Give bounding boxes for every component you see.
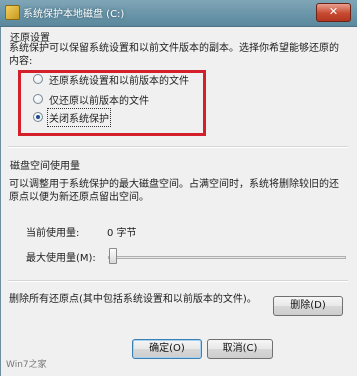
watermark-text: Win7之家	[6, 360, 47, 370]
current-usage-value: 0 字节	[107, 228, 137, 239]
radio-label: 还原系统设置和以前版本的文件	[49, 75, 189, 87]
ok-button[interactable]: 确定(O)	[132, 339, 202, 359]
delete-description: 删除所有还原点(其中包括系统设置和以前版本的文件)。	[9, 294, 257, 305]
radio-button-selected[interactable]	[33, 112, 43, 122]
radio-restore-files-only[interactable]: 仅还原以前版本的文件	[33, 92, 149, 107]
radio-label: 关闭系统保护	[47, 107, 111, 127]
max-usage-slider-track[interactable]	[108, 256, 346, 259]
divider	[8, 280, 348, 282]
window-title: 系统保护本地磁盘 (C:)	[23, 9, 125, 20]
radio-restore-settings-and-files[interactable]: 还原系统设置和以前版本的文件	[33, 72, 189, 87]
radio-turn-off-protection[interactable]: 关闭系统保护	[33, 107, 111, 127]
window-icon	[5, 5, 20, 20]
max-usage-label: 最大使用量(M):	[26, 253, 96, 264]
radio-label: 仅还原以前版本的文件	[49, 95, 149, 107]
title-bar: 系统保护本地磁盘 (C:) ✕	[0, 0, 357, 27]
radio-button[interactable]	[33, 94, 43, 104]
close-button[interactable]: ✕	[316, 3, 351, 22]
disk-usage-heading: 磁盘空间使用量	[10, 161, 80, 172]
radio-button[interactable]	[33, 74, 43, 84]
max-usage-slider-thumb[interactable]	[109, 248, 117, 264]
restore-settings-description: 系统保护可以保留系统设置和以前文件版本的副本。选择你希望能够还原的内容:	[9, 43, 339, 67]
divider	[8, 146, 348, 148]
current-usage-label: 当前使用量:	[26, 228, 80, 239]
disk-usage-description: 可以调整用于系统保护的最大磁盘空间。占满空间时，系统将删除较旧的还原点以便为新还…	[9, 179, 339, 203]
cancel-button[interactable]: 取消(C)	[207, 339, 273, 359]
delete-button[interactable]: 删除(D)	[273, 296, 343, 316]
